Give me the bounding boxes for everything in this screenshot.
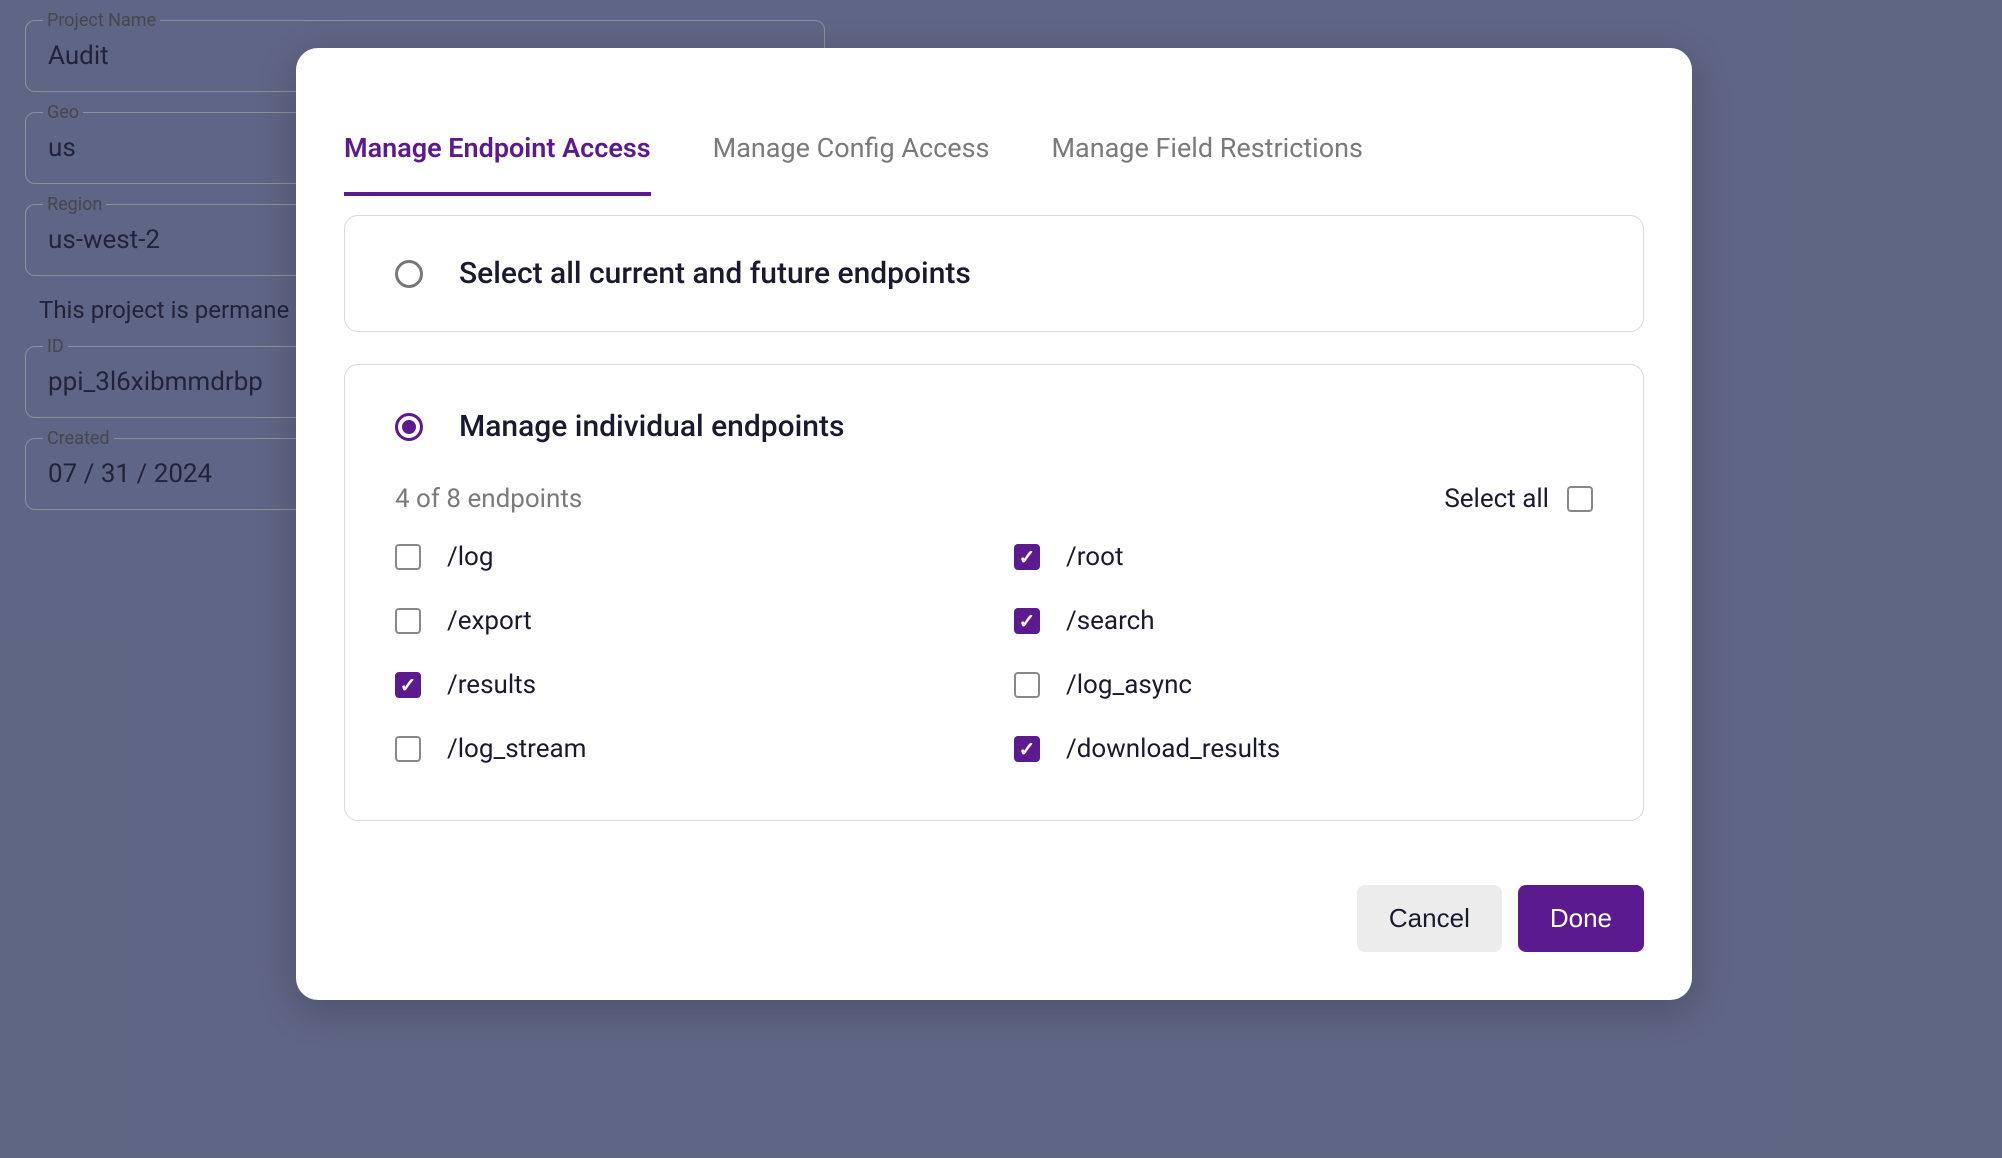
- select-all-label: Select all: [1444, 484, 1549, 514]
- endpoint-item-download-results[interactable]: /download_results: [1014, 734, 1593, 764]
- endpoint-item-log-stream[interactable]: /log_stream: [395, 734, 974, 764]
- radio-selected-icon[interactable]: [395, 413, 423, 441]
- endpoint-label: /log_async: [1066, 670, 1192, 700]
- option-individual-card: Manage individual endpoints 4 of 8 endpo…: [344, 364, 1644, 821]
- checkbox-checked-icon[interactable]: [1014, 608, 1040, 634]
- endpoint-label: /results: [447, 670, 536, 700]
- checkbox-unchecked-icon[interactable]: [395, 736, 421, 762]
- endpoint-item-log[interactable]: /log: [395, 542, 974, 572]
- endpoint-count: 4 of 8 endpoints: [395, 484, 582, 514]
- endpoint-label: /root: [1066, 542, 1123, 572]
- endpoint-item-root[interactable]: /root: [1014, 542, 1593, 572]
- manage-access-modal: Manage Endpoint Access Manage Config Acc…: [296, 48, 1692, 1000]
- select-all-checkbox[interactable]: [1567, 486, 1593, 512]
- radio-row: Select all current and future endpoints: [395, 256, 1593, 291]
- radio-unselected-icon[interactable]: [395, 260, 423, 288]
- endpoint-item-search[interactable]: /search: [1014, 606, 1593, 636]
- done-button[interactable]: Done: [1518, 885, 1644, 952]
- modal-tabs: Manage Endpoint Access Manage Config Acc…: [344, 96, 1644, 197]
- endpoint-label: /log_stream: [447, 734, 586, 764]
- option-label: Manage individual endpoints: [459, 409, 844, 444]
- endpoint-item-log-async[interactable]: /log_async: [1014, 670, 1593, 700]
- endpoint-item-export[interactable]: /export: [395, 606, 974, 636]
- endpoint-label: /download_results: [1066, 734, 1280, 764]
- checkbox-checked-icon[interactable]: [395, 672, 421, 698]
- select-all-control[interactable]: Select all: [1444, 484, 1593, 514]
- checkbox-unchecked-icon[interactable]: [395, 608, 421, 634]
- checkbox-unchecked-icon[interactable]: [1014, 672, 1040, 698]
- endpoint-label: /search: [1066, 606, 1155, 636]
- cancel-button[interactable]: Cancel: [1357, 885, 1502, 952]
- endpoint-grid: /log /export /results /log_stream: [395, 542, 1593, 764]
- endpoint-label: /log: [447, 542, 493, 572]
- option-select-all-card[interactable]: Select all current and future endpoints: [344, 215, 1644, 332]
- checkbox-checked-icon[interactable]: [1014, 736, 1040, 762]
- tab-config-access[interactable]: Manage Config Access: [713, 96, 990, 196]
- radio-row[interactable]: Manage individual endpoints: [395, 409, 1593, 444]
- option-label: Select all current and future endpoints: [459, 256, 971, 291]
- tab-field-restrictions[interactable]: Manage Field Restrictions: [1051, 96, 1363, 196]
- tab-endpoint-access[interactable]: Manage Endpoint Access: [344, 96, 651, 196]
- modal-actions: Cancel Done: [344, 885, 1644, 952]
- checkbox-unchecked-icon[interactable]: [395, 544, 421, 570]
- endpoint-label: /export: [447, 606, 532, 636]
- checkbox-checked-icon[interactable]: [1014, 544, 1040, 570]
- endpoints-subheader: 4 of 8 endpoints Select all: [395, 484, 1593, 514]
- endpoint-item-results[interactable]: /results: [395, 670, 974, 700]
